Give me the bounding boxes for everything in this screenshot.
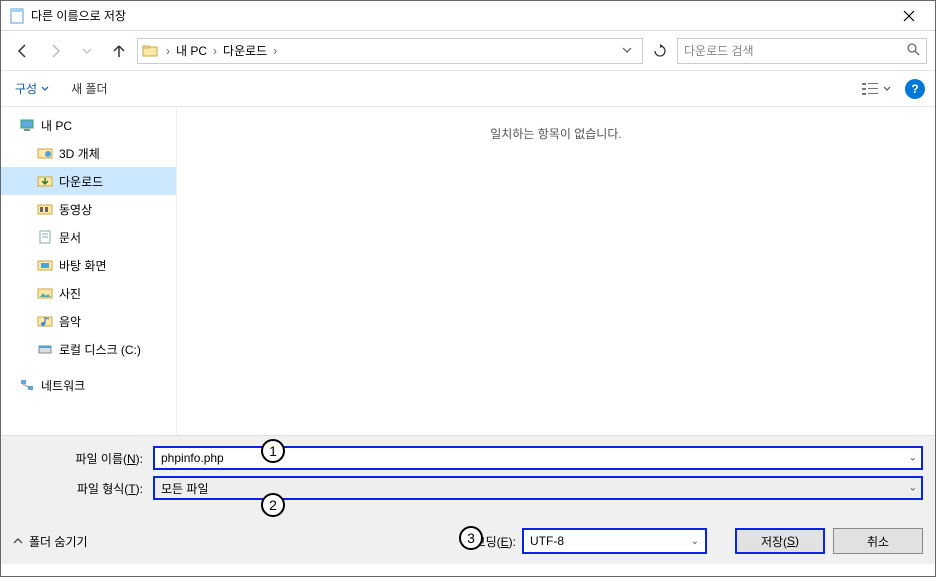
tree-item-mypc[interactable]: 내 PC bbox=[1, 111, 176, 139]
callout-1: 1 bbox=[261, 439, 285, 463]
toolbar: 구성 새 폴더 ? bbox=[1, 71, 935, 107]
tree-item-pictures[interactable]: 사진 bbox=[1, 279, 176, 307]
music-icon bbox=[37, 313, 53, 329]
back-button[interactable] bbox=[9, 37, 37, 65]
cancel-button[interactable]: 취소 bbox=[833, 528, 923, 554]
chevron-down-icon: ⌄ bbox=[691, 536, 699, 547]
tree-item-music[interactable]: 음악 bbox=[1, 307, 176, 335]
up-button[interactable] bbox=[105, 37, 133, 65]
documents-icon bbox=[37, 229, 53, 245]
pc-icon bbox=[19, 117, 35, 133]
hide-folders-toggle[interactable]: 폴더 숨기기 bbox=[13, 533, 88, 550]
chevron-up-icon bbox=[13, 536, 23, 546]
network-icon bbox=[19, 377, 35, 393]
view-options-button[interactable] bbox=[861, 82, 891, 96]
tree-item-documents[interactable]: 문서 bbox=[1, 223, 176, 251]
tree-item-downloads[interactable]: 다운로드 bbox=[1, 167, 176, 195]
breadcrumb-seg-mypc[interactable]: 내 PC bbox=[172, 42, 211, 59]
search-input[interactable]: 다운로드 검색 bbox=[677, 38, 927, 64]
titlebar: 다른 이름으로 저장 bbox=[1, 1, 935, 31]
app-icon bbox=[9, 8, 25, 24]
organize-button[interactable]: 구성 bbox=[11, 76, 53, 101]
main-area: 내 PC 3D 개체 다운로드 동영상 문서 바탕 화면 사진 음악 bbox=[1, 107, 935, 435]
filetype-label: 파일 형식(T): bbox=[13, 480, 153, 497]
close-button[interactable] bbox=[886, 2, 931, 30]
search-placeholder: 다운로드 검색 bbox=[684, 42, 754, 59]
chevron-right-icon: › bbox=[211, 44, 219, 58]
content-pane: 일치하는 항목이 없습니다. bbox=[176, 107, 935, 435]
bottom-panel: 파일 이름(N): ⌄ 파일 형식(T): 모든 파일 ⌄ bbox=[1, 435, 935, 518]
pictures-icon bbox=[37, 285, 53, 301]
breadcrumb-seg-downloads[interactable]: 다운로드 bbox=[219, 42, 271, 59]
tree-item-network[interactable]: 네트워크 bbox=[1, 371, 176, 399]
tree-item-localdisk[interactable]: 로컬 디스크 (C:) bbox=[1, 335, 176, 363]
search-icon bbox=[906, 42, 920, 59]
encoding-select[interactable]: UTF-8 ⌄ bbox=[522, 528, 707, 554]
folder-icon bbox=[142, 43, 158, 59]
chevron-right-icon: › bbox=[164, 44, 172, 58]
callout-3: 3 bbox=[459, 526, 483, 550]
tree-item-3dobjects[interactable]: 3D 개체 bbox=[1, 139, 176, 167]
chevron-down-icon bbox=[41, 85, 49, 93]
callout-2: 2 bbox=[261, 493, 285, 517]
folder-icon bbox=[37, 145, 53, 161]
save-button[interactable]: 저장(S) bbox=[735, 528, 825, 554]
breadcrumb[interactable]: › 내 PC › 다운로드 › bbox=[137, 38, 643, 64]
refresh-button[interactable] bbox=[647, 38, 673, 64]
chevron-right-icon: › bbox=[271, 44, 279, 58]
window-title: 다른 이름으로 저장 bbox=[31, 7, 886, 24]
tree-item-desktop[interactable]: 바탕 화면 bbox=[1, 251, 176, 279]
history-dropdown[interactable] bbox=[73, 37, 101, 65]
help-button[interactable]: ? bbox=[905, 79, 925, 99]
tree-item-videos[interactable]: 동영상 bbox=[1, 195, 176, 223]
sidebar-tree[interactable]: 내 PC 3D 개체 다운로드 동영상 문서 바탕 화면 사진 음악 bbox=[1, 107, 176, 435]
videos-icon bbox=[37, 201, 53, 217]
view-icon bbox=[861, 82, 879, 96]
disk-icon bbox=[37, 341, 53, 357]
chevron-down-icon bbox=[883, 85, 891, 93]
downloads-icon bbox=[37, 173, 53, 189]
empty-message: 일치하는 항목이 없습니다. bbox=[490, 125, 621, 435]
desktop-icon bbox=[37, 257, 53, 273]
navbar: › 내 PC › 다운로드 › 다운로드 검색 bbox=[1, 31, 935, 71]
breadcrumb-dropdown[interactable] bbox=[616, 44, 638, 58]
new-folder-button[interactable]: 새 폴더 bbox=[67, 76, 111, 101]
forward-button[interactable] bbox=[41, 37, 69, 65]
filename-label: 파일 이름(N): bbox=[13, 450, 153, 467]
